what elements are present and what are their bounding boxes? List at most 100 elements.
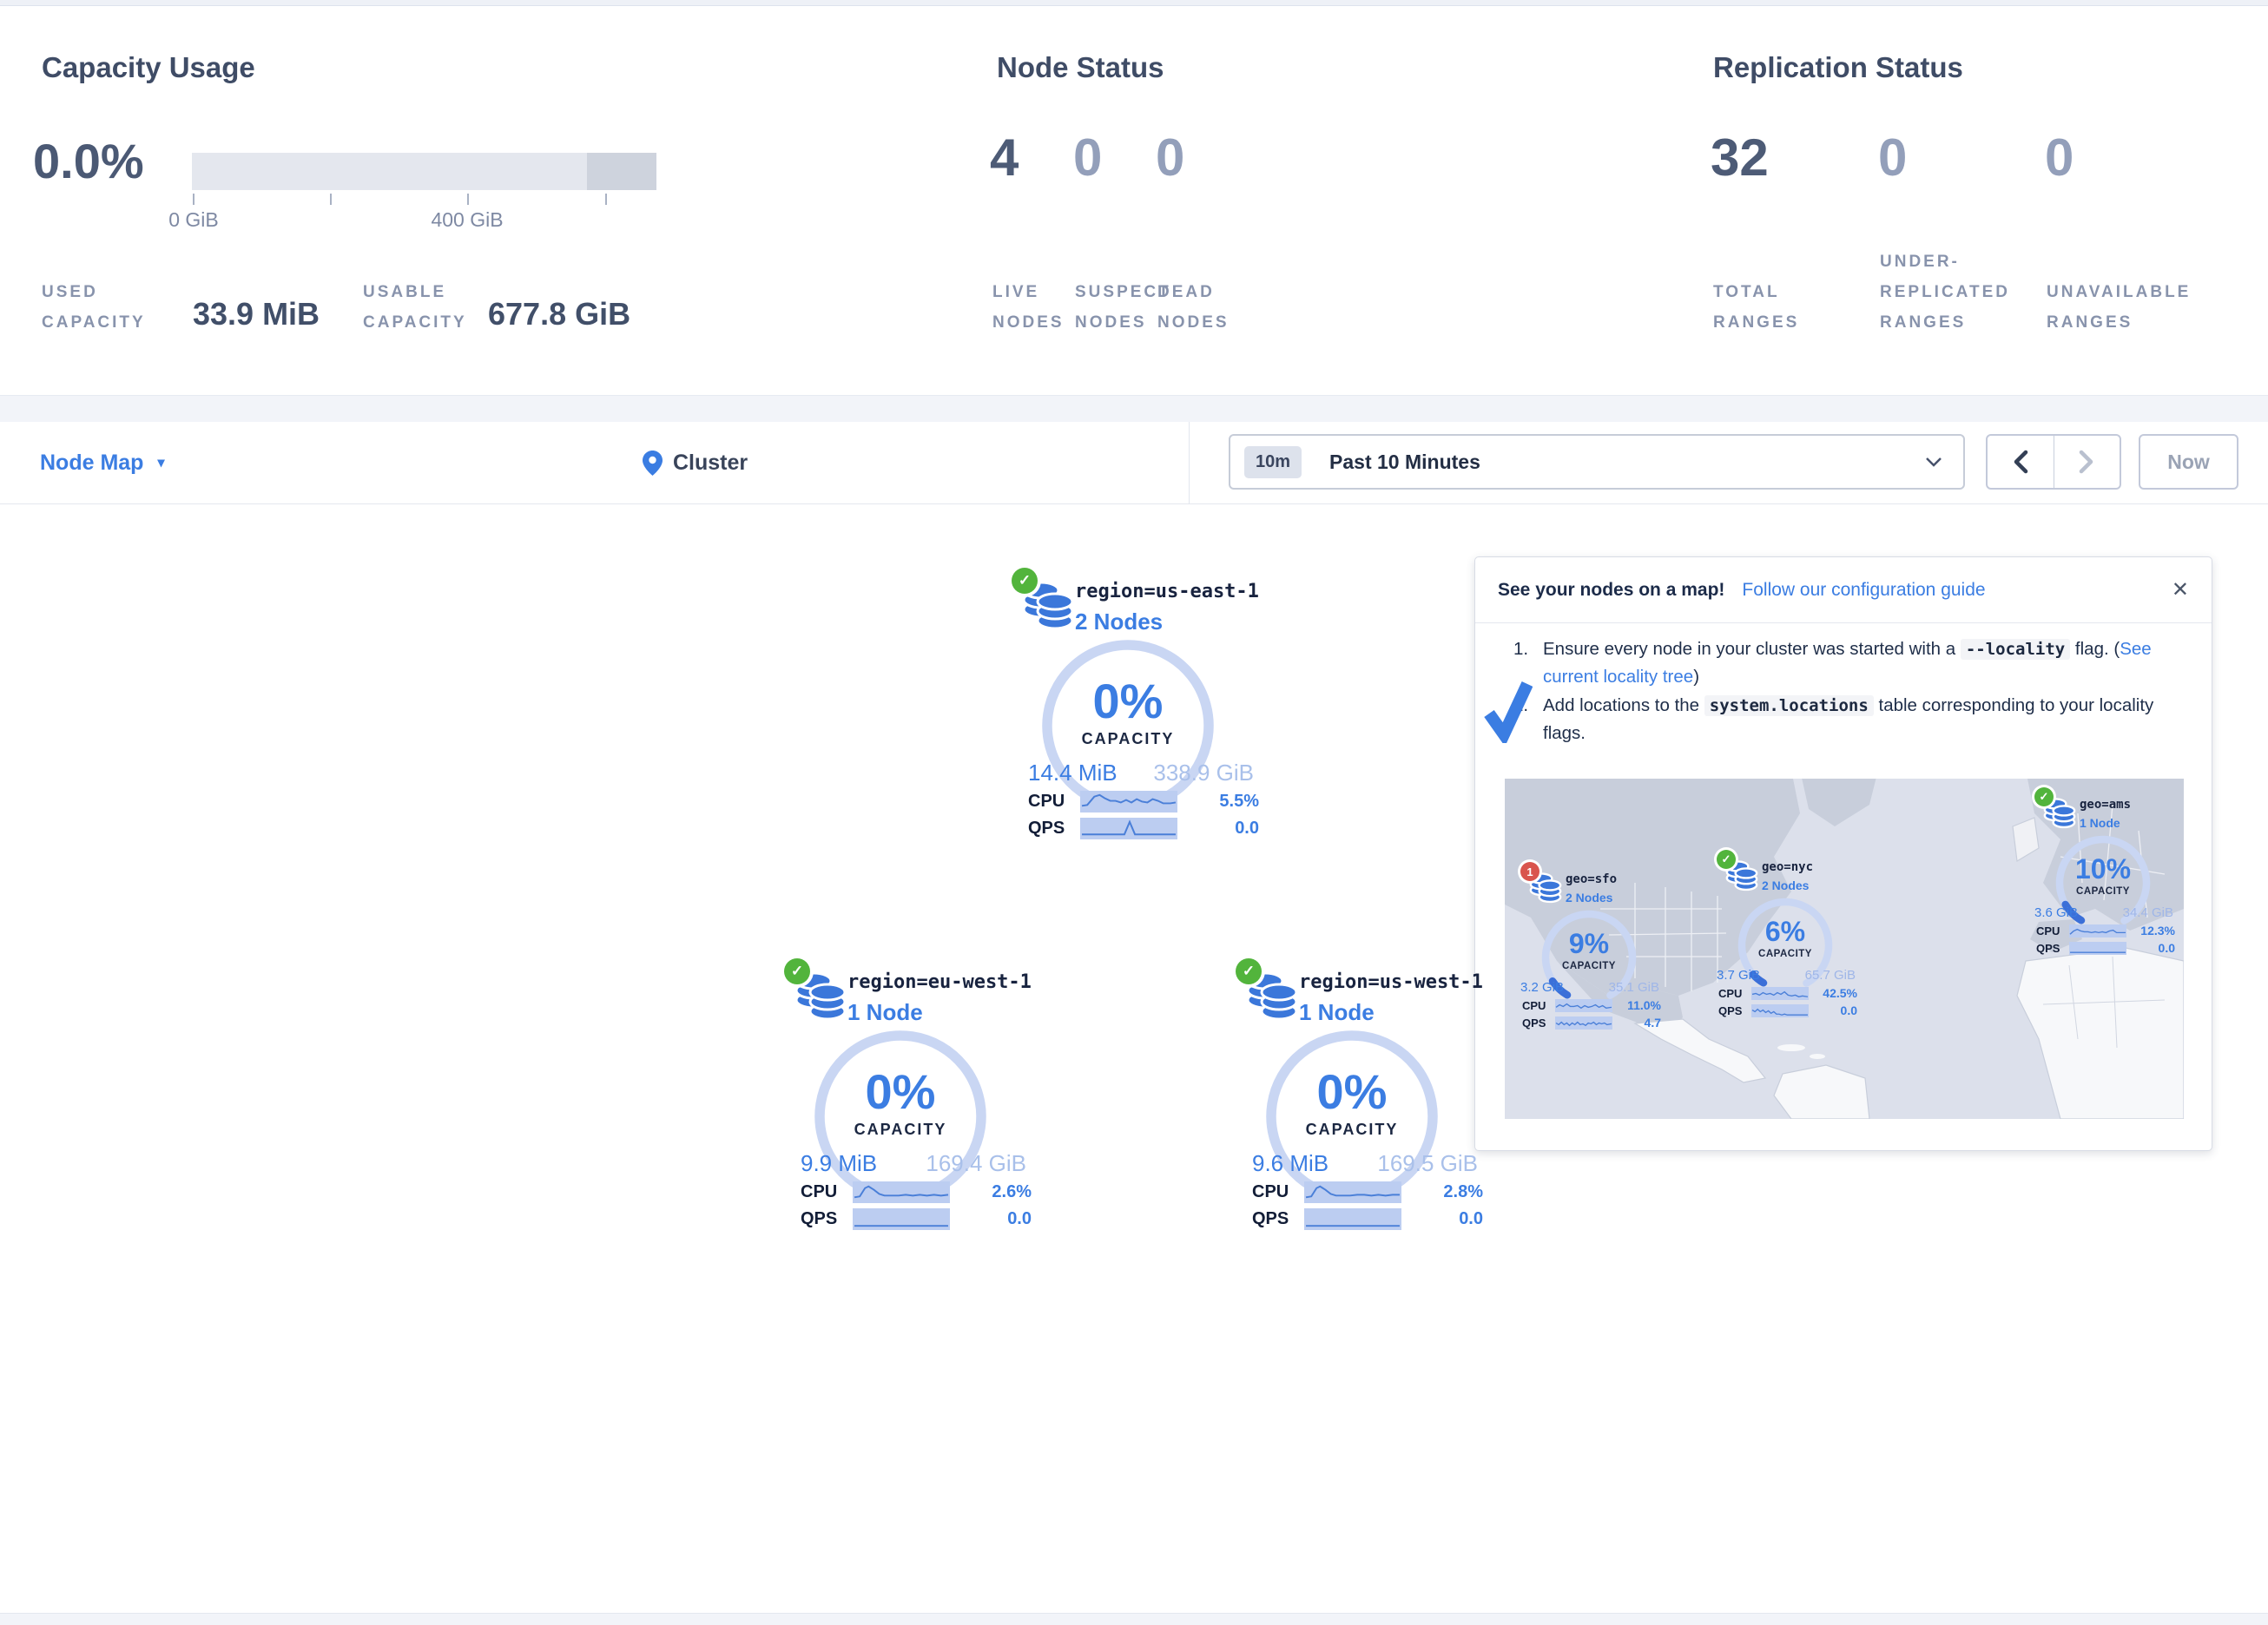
capacity-percent: 9% (1535, 928, 1643, 960)
map-node-geo-sfo[interactable]: 1 geo=sfo 2 Nodes (1517, 862, 1682, 1036)
map-node-geo-nyc[interactable]: ✓ geo=nyc 2 Nodes (1713, 850, 1878, 1023)
qps-sparkline (1555, 1016, 1612, 1030)
axis-tick (193, 194, 194, 205)
chevron-down-icon (1925, 457, 1942, 467)
view-mode-label: Node Map (40, 451, 143, 476)
used-capacity: 3.6 GiB (2034, 905, 2078, 920)
total-capacity: 169.5 GiB (1377, 1150, 1478, 1177)
capacity-bar-other-segment (587, 153, 656, 190)
footer-strip (0, 1613, 2268, 1625)
close-icon[interactable]: ✕ (2172, 577, 2189, 602)
cpu-sparkline (853, 1181, 950, 1203)
qps-sparkline (1080, 818, 1177, 839)
cpu-value: 2.8% (1443, 1182, 1483, 1202)
locality-name: geo=nyc (1762, 860, 1813, 874)
toolbar: Node Map ▾ Cluster 10m Past 10 Minutes (0, 422, 2268, 504)
time-range-badge: 10m (1244, 446, 1302, 478)
used-capacity: 9.6 MiB (1252, 1150, 1328, 1177)
under-replicated-value: 0 (1878, 128, 1907, 188)
map-node-geo-ams[interactable]: ✓ geo=ams 1 Node 1 (2031, 787, 2184, 961)
suspect-nodes-label: SUSPECT NODES (1075, 277, 1170, 338)
time-forward-button[interactable] (2054, 436, 2120, 488)
used-capacity: 3.2 GiB (1520, 980, 1564, 995)
region-card-eu-west-1[interactable]: ✓ region=eu-west-1 1 Node 0% CAPACITY 9.… (778, 952, 1038, 1243)
qps-value: 0.0 (1235, 819, 1259, 839)
chevron-down-icon: ▾ (157, 454, 164, 471)
qps-value: 0.0 (1459, 1209, 1483, 1229)
time-range-label: Past 10 Minutes (1329, 451, 1480, 474)
locality-node-count: 1 Node (2080, 816, 2120, 830)
cpu-value: 5.5% (1219, 792, 1259, 812)
tick-label-400: 400 GiB (415, 208, 519, 232)
breadcrumb[interactable]: Cluster (643, 422, 748, 503)
total-ranges-value: 32 (1711, 128, 1769, 188)
qps-label: QPS (1252, 1209, 1304, 1229)
qps-label: QPS (2036, 942, 2069, 955)
cluster-overview-page: Capacity Usage 0.0% 0 GiB 400 GiB USED C… (0, 0, 2268, 1625)
qps-value: 4.7 (1645, 1016, 1661, 1030)
qps-sparkline (1304, 1208, 1401, 1230)
cpu-label: CPU (1028, 792, 1080, 812)
capacity-percent: 10% (2049, 853, 2157, 885)
qps-label: QPS (1718, 1004, 1751, 1017)
qps-sparkline (853, 1208, 950, 1230)
time-back-button[interactable] (1988, 436, 2054, 488)
axis-tick (467, 194, 469, 205)
total-capacity: 65.7 GiB (1805, 968, 1856, 983)
step-text: ) (1693, 667, 1699, 687)
capacity-label: CAPACITY (2049, 886, 2157, 897)
capacity-usage-title: Capacity Usage (42, 51, 255, 84)
dead-nodes-label: DEAD NODES (1157, 277, 1244, 338)
now-button[interactable]: Now (2139, 434, 2238, 490)
cpu-label: CPU (2036, 924, 2069, 938)
replication-status-title: Replication Status (1713, 51, 1963, 84)
axis-tick (605, 194, 607, 205)
cpu-value: 2.6% (992, 1182, 1032, 1202)
healthy-check-icon: ✓ (2034, 787, 2054, 806)
unavailable-ranges-label: UNAVAILABLE RANGES (2047, 277, 2220, 338)
usable-capacity-label: USABLE CAPACITY (363, 277, 502, 338)
cpu-value: 12.3% (2140, 924, 2175, 938)
cpu-sparkline (1304, 1181, 1401, 1203)
dead-nodes-value: 0 (1156, 128, 1184, 188)
map-pin-icon (643, 451, 663, 476)
capacity-label: CAPACITY (1731, 949, 1839, 959)
region-name: region=eu-west-1 (847, 971, 1032, 993)
suspect-nodes-value: 0 (1073, 128, 1102, 188)
capacity-label: CAPACITY (1256, 1121, 1448, 1139)
cpu-label: CPU (801, 1182, 853, 1202)
used-capacity-value: 33.9 MiB (193, 296, 320, 332)
stats-panel: Capacity Usage 0.0% 0 GiB 400 GiB USED C… (0, 6, 2268, 395)
qps-value: 0.0 (2159, 941, 2175, 955)
used-capacity: 3.7 GiB (1717, 968, 1760, 983)
total-capacity: 35.1 GiB (1609, 980, 1659, 995)
capacity-label: CAPACITY (1032, 730, 1224, 748)
used-capacity: 14.4 MiB (1028, 760, 1118, 786)
region-card-us-east-1[interactable]: ✓ region=us-east-1 2 Nodes 0% CAPACITY 1… (1005, 562, 1266, 852)
region-name: region=us-east-1 (1075, 581, 1259, 602)
healthy-check-icon: ✓ (1012, 568, 1038, 594)
inline-code: system.locations (1704, 695, 1874, 716)
view-mode-dropdown[interactable]: Node Map ▾ (40, 422, 164, 503)
under-replicated-label: UNDER-REPLICATED RANGES (1880, 247, 2041, 338)
cpu-sparkline (2069, 924, 2126, 938)
healthy-check-icon: ✓ (1236, 958, 1262, 984)
live-nodes-label: LIVE NODES (992, 277, 1079, 338)
capacity-percent: 6% (1731, 916, 1839, 948)
capacity-bar (192, 153, 656, 190)
axis-tick (330, 194, 332, 205)
locality-node-count: 2 Nodes (1762, 878, 1809, 892)
region-card-us-west-1[interactable]: ✓ region=us-west-1 1 Node 0% CAPACITY 9.… (1230, 952, 1490, 1243)
usable-capacity-value: 677.8 GiB (488, 296, 630, 332)
step-text: Ensure every node in your cluster was st… (1543, 639, 1961, 659)
cpu-value: 42.5% (1823, 986, 1857, 1000)
qps-value: 0.0 (1007, 1209, 1032, 1229)
healthy-check-icon: ✓ (1717, 850, 1736, 869)
time-range-select[interactable]: 10m Past 10 Minutes (1229, 434, 1965, 490)
configuration-guide-link[interactable]: Follow our configuration guide (1742, 580, 1985, 601)
unavailable-ranges-value: 0 (2045, 128, 2074, 188)
capacity-label: CAPACITY (804, 1121, 997, 1139)
popup-header: See your nodes on a map! Follow our conf… (1475, 557, 2212, 623)
step-text: flag. ( (2070, 639, 2120, 659)
big-check-icon (1484, 677, 1533, 743)
